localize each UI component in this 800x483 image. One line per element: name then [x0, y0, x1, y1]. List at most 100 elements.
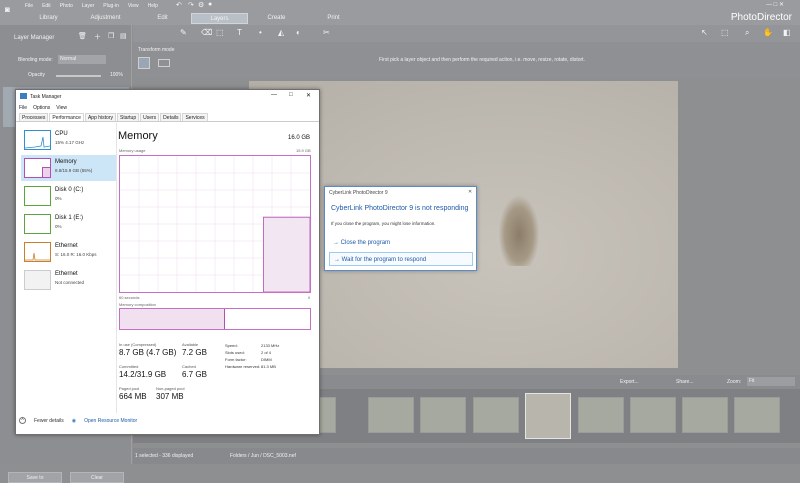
arrow-right-icon: →	[333, 240, 341, 246]
copy-layer-icon[interactable]: ❐	[108, 32, 114, 40]
blending-mode-label: Blending mode:	[18, 57, 53, 63]
tab-users[interactable]: Users	[140, 113, 160, 121]
open-resource-monitor-link[interactable]: Open Resource Monitor	[84, 418, 137, 424]
thumbnail-selected[interactable]	[525, 393, 571, 439]
resource-disk-1[interactable]: Disk 1 (E:) 0%	[21, 211, 116, 237]
settings-icon[interactable]: ⚙	[198, 1, 204, 9]
text-icon[interactable]: T	[237, 28, 242, 37]
tab-edit[interactable]: Edit	[134, 13, 191, 24]
close-program-option[interactable]: → Close the program	[329, 236, 473, 250]
save-to-button[interactable]: Save to	[8, 472, 62, 483]
available-value: 7.2 GB	[182, 348, 207, 357]
tab-app-history[interactable]: App history	[84, 113, 116, 121]
thumbnail[interactable]	[420, 397, 466, 433]
tab-startup[interactable]: Startup	[116, 113, 140, 121]
close-icon[interactable]: ✕	[306, 92, 311, 99]
info-icon[interactable]: ●	[208, 1, 212, 8]
non-paged-pool-label: Non-paged pool	[156, 386, 185, 391]
resource-memory[interactable]: Memory 8.8/15.9 GB (55%)	[21, 155, 116, 181]
brush-icon[interactable]: ✎	[180, 28, 187, 37]
window-controls[interactable]: — □ ✕	[766, 1, 784, 8]
not-responding-dialog: CyberLink PhotoDirector 9 ✕ CyberLink Ph…	[324, 186, 477, 271]
tab-adjustment[interactable]: Adjustment	[77, 13, 134, 24]
blending-mode-select[interactable]: Normal	[58, 55, 106, 64]
eraser-icon[interactable]: ⌫	[201, 28, 212, 37]
menu-plugin[interactable]: Plug-in	[103, 3, 119, 9]
task-manager-footer: ^ Fewer details ◉ Open Resource Monitor	[19, 417, 137, 424]
resource-ethernet[interactable]: Ethernet S: 16.0 R: 16.0 Kbps	[21, 239, 116, 265]
tm-menu-view[interactable]: View	[56, 105, 67, 111]
disk1-sparkline	[24, 214, 51, 234]
maximize-icon[interactable]: □	[289, 92, 293, 98]
axis-left-label: 60 seconds	[119, 295, 140, 300]
transform-distort-icon[interactable]	[158, 59, 170, 67]
menu-layer[interactable]: Layer	[82, 3, 95, 9]
crop-icon[interactable]: ✂	[323, 28, 330, 37]
pointer-icon[interactable]: ↖	[701, 28, 708, 37]
resource-disk-0[interactable]: Disk 0 (C:) 0%	[21, 183, 116, 209]
wait-program-option[interactable]: → Wait for the program to respond	[329, 252, 473, 266]
add-layer-icon[interactable]: ＋	[94, 32, 101, 42]
ethernet-sparkline	[24, 242, 51, 262]
share-button[interactable]: Share...	[676, 379, 694, 385]
fit-icon[interactable]: ⬚	[721, 28, 729, 37]
compare-icon[interactable]: ◧	[783, 28, 791, 37]
clear-button[interactable]: Clear	[70, 472, 124, 483]
hand-icon[interactable]: ✋	[763, 28, 773, 37]
select-icon[interactable]: ⬚	[216, 28, 224, 37]
tab-processes[interactable]: Processes	[19, 113, 49, 121]
export-button[interactable]: Export...	[620, 379, 639, 385]
layer-menu-icon[interactable]: ▤	[120, 32, 127, 40]
committed-value: 14.2/31.9 GB	[119, 370, 167, 379]
resource-cpu[interactable]: CPU 15% 4.17 GHz	[21, 127, 116, 153]
thumbnail[interactable]	[682, 397, 728, 433]
task-manager-menu: File Options View	[19, 105, 67, 111]
tab-create[interactable]: Create	[248, 13, 305, 24]
trash-icon[interactable]: 🗑	[78, 32, 87, 40]
fill-icon[interactable]: ◭	[278, 28, 284, 37]
tab-library[interactable]: Library	[20, 13, 77, 24]
thumbnail[interactable]	[368, 397, 414, 433]
chevron-up-icon[interactable]: ^	[19, 417, 26, 424]
memory-heading: Memory	[118, 130, 158, 142]
paged-pool-value: 664 MB	[119, 392, 147, 401]
memory-usage-area	[263, 216, 311, 293]
thumbnail[interactable]	[473, 397, 519, 433]
detail-value: 2 of 4	[261, 350, 272, 355]
menu-file[interactable]: File	[25, 3, 33, 9]
menu-photo[interactable]: Photo	[60, 3, 73, 9]
resource-name: Disk 1 (E:)	[55, 215, 84, 221]
menu-help[interactable]: Help	[148, 3, 158, 9]
thumbnail[interactable]	[578, 397, 624, 433]
tab-print[interactable]: Print	[305, 13, 362, 24]
redo-icon[interactable]: ↷	[188, 1, 194, 9]
minimize-icon[interactable]: —	[271, 92, 277, 98]
memory-grid	[120, 156, 311, 293]
opacity-slider[interactable]	[56, 75, 101, 77]
tm-menu-options[interactable]: Options	[33, 105, 50, 111]
thumbnail[interactable]	[630, 397, 676, 433]
tm-menu-file[interactable]: File	[19, 105, 27, 111]
gradient-icon[interactable]: ◐	[296, 28, 301, 37]
tab-layers[interactable]: Layers	[191, 13, 248, 24]
tab-details[interactable]: Details	[160, 113, 182, 121]
arrow-right-icon: →	[334, 257, 342, 263]
zoom-icon[interactable]: ⌕	[745, 28, 749, 38]
available-label: Available	[182, 342, 199, 347]
fewer-details-link[interactable]: Fewer details	[34, 418, 64, 424]
transform-move-icon[interactable]	[138, 57, 150, 69]
disk0-sparkline	[24, 186, 51, 206]
undo-icon[interactable]: ↶	[176, 1, 182, 9]
resource-ethernet-2[interactable]: Ethernet Not connected	[21, 267, 116, 293]
dialog-close-icon[interactable]: ✕	[468, 189, 472, 195]
dot-icon[interactable]: •	[259, 28, 262, 37]
task-manager-titlebar[interactable]: Task Manager — □ ✕	[16, 90, 319, 104]
thumbnail[interactable]	[734, 397, 780, 433]
menu-edit[interactable]: Edit	[42, 3, 51, 9]
zoom-select[interactable]: Fit	[747, 377, 795, 386]
memory-details-panel: Memory 16.0 GB Memory usage 15.9 GB 60 s…	[118, 123, 318, 413]
tab-performance[interactable]: Performance	[49, 113, 84, 121]
tab-services[interactable]: Services	[182, 113, 208, 121]
app-logo-icon: ◙	[5, 5, 10, 14]
menu-view[interactable]: View	[128, 3, 139, 9]
